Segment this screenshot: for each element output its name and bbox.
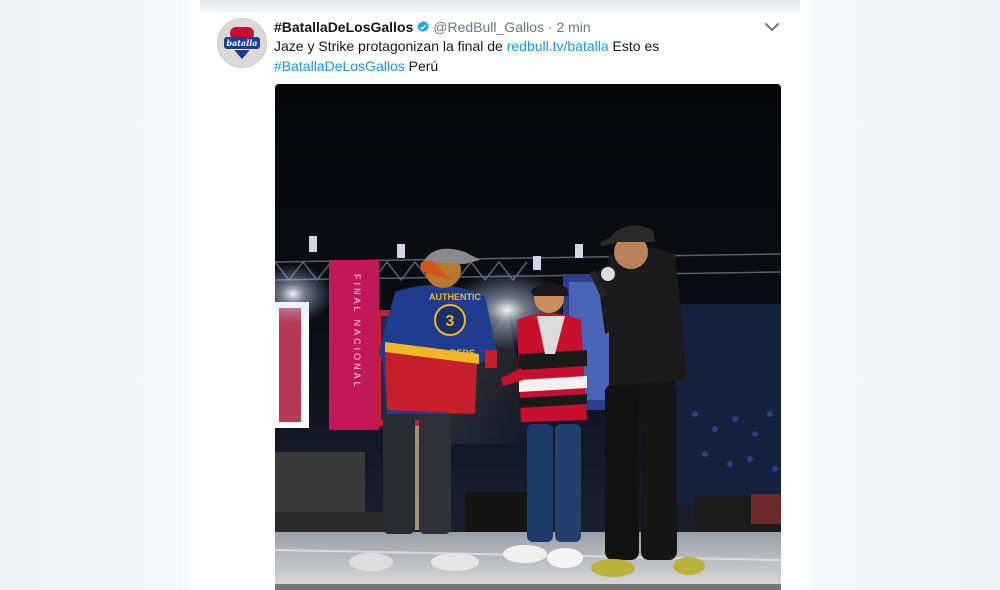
- verified-badge-icon: [417, 20, 429, 32]
- tweet-timestamp[interactable]: 2 min: [556, 19, 590, 35]
- stage-banner-text: FINAL NACIONAL: [352, 274, 362, 390]
- tweet-hashtag[interactable]: #BatallaDeLosGallos: [274, 58, 405, 74]
- jersey-number: 3: [446, 313, 455, 330]
- tweet-card[interactable]: batalla #BatallaDeLosGallos @RedBull_Gall…: [200, 12, 800, 590]
- tweet-media-photo[interactable]: FINAL NACIONAL 3 AUTHENTIC BLOOD REDS: [275, 84, 781, 590]
- jersey-text-bottom: BLOOD REDS: [415, 348, 475, 358]
- stage-photo: FINAL NACIONAL 3 AUTHENTIC BLOOD REDS: [275, 84, 781, 590]
- tweet-text-part: Esto es: [608, 38, 660, 54]
- tweet-link[interactable]: redbull.tv/batalla: [507, 38, 609, 54]
- avatar-logo-text: batalla: [224, 37, 260, 49]
- jersey-text-top: AUTHENTIC: [429, 292, 481, 302]
- tweet-text: Jaze y Strike protagonizan la final de r…: [274, 37, 774, 76]
- tweet-header: #BatallaDeLosGallos @RedBull_Gallos · 2 m…: [274, 17, 591, 37]
- display-name[interactable]: #BatallaDeLosGallos: [274, 19, 413, 35]
- meta-separator: ·: [547, 19, 553, 35]
- tweet-text-part: Jaze y Strike protagonizan la final de: [274, 38, 507, 54]
- tweet-text-part: Perú: [404, 57, 439, 74]
- chevron-down-icon[interactable]: [763, 20, 781, 34]
- user-handle[interactable]: @RedBull_Gallos: [433, 19, 544, 35]
- logo-bull-shape: [230, 27, 254, 37]
- avatar[interactable]: batalla: [217, 18, 267, 68]
- logo-shield-tip: [234, 50, 250, 59]
- previous-tweet-edge: [200, 0, 800, 12]
